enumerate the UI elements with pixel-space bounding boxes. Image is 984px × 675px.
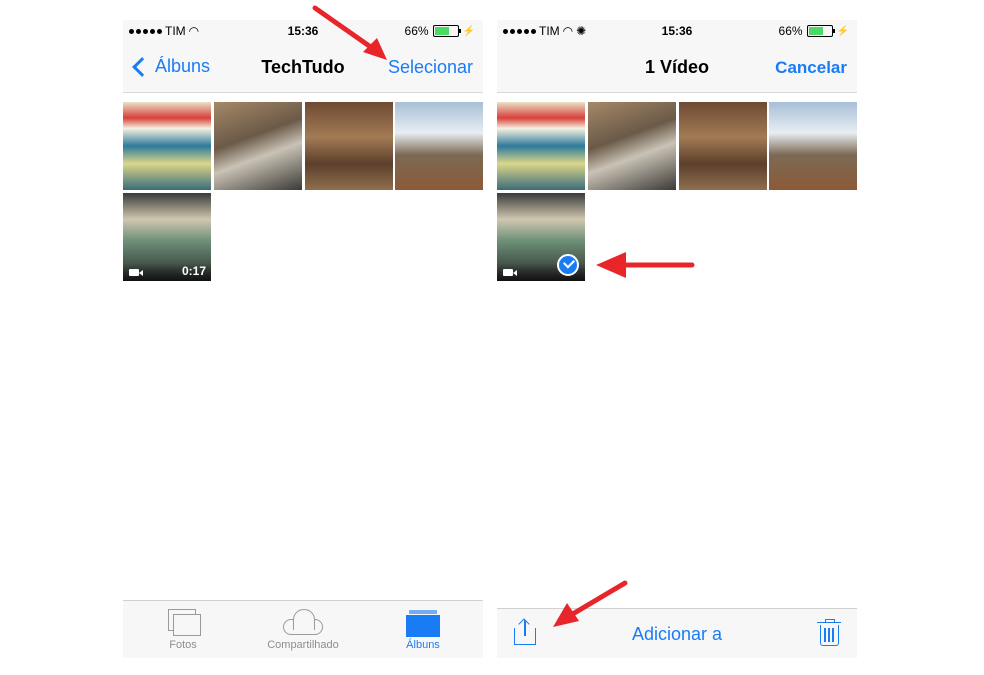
photo-thumbnail[interactable] [769, 102, 857, 190]
select-button[interactable]: Selecionar [388, 57, 473, 78]
photo-thumbnail[interactable] [679, 102, 767, 190]
navigation-bar: 1 Vídeo Cancelar [497, 42, 857, 93]
navigation-bar: Álbuns TechTudo Selecionar [123, 42, 483, 93]
delete-button[interactable] [817, 619, 841, 646]
battery-indicator: 66% ⚡ [405, 24, 475, 38]
photos-icon [166, 607, 201, 637]
video-thumbnail-selected[interactable] [497, 193, 585, 281]
cloud-icon [281, 607, 325, 637]
tab-fotos[interactable]: Fotos [133, 607, 233, 651]
charging-icon: ⚡ [462, 25, 475, 37]
tab-label: Álbuns [406, 639, 440, 651]
tab-label: Fotos [169, 639, 197, 651]
photo-thumbnail[interactable] [214, 102, 302, 190]
annotation-arrow-checkmark [596, 252, 695, 278]
video-camera-icon [129, 269, 143, 276]
tab-bar: Fotos Compartilhado Álbuns [123, 600, 483, 658]
battery-icon [806, 25, 835, 37]
video-thumbnail[interactable]: 0:17 [123, 193, 211, 281]
cancel-button[interactable]: Cancelar [775, 58, 847, 78]
tab-albuns[interactable]: Álbuns [373, 607, 473, 651]
phone-screen-selection: TIM ◠ ✺ 15:36 66% ⚡ 1 Vídeo Cancelar Adi… [497, 20, 857, 658]
photo-thumbnail[interactable] [123, 102, 211, 190]
photo-thumbnail[interactable] [305, 102, 393, 190]
photo-thumbnail[interactable] [497, 102, 585, 190]
albums-icon [406, 607, 440, 637]
battery-icon [432, 25, 461, 37]
annotation-arrow-select [312, 5, 387, 60]
video-camera-icon [503, 269, 517, 276]
status-bar: TIM ◠ 15:36 66% ⚡ [123, 20, 483, 42]
charging-icon: ⚡ [836, 25, 849, 37]
video-duration: 0:17 [181, 264, 206, 278]
battery-percent: 66% [404, 24, 429, 38]
annotation-arrow-share [553, 580, 628, 627]
battery-indicator: 66% ⚡ [779, 24, 849, 38]
phone-screen-album: TIM ◠ 15:36 66% ⚡ Álbuns TechTudo Seleci… [123, 20, 483, 658]
checkmark-icon [557, 254, 579, 276]
battery-percent: 66% [778, 24, 803, 38]
tab-compartilhado[interactable]: Compartilhado [253, 607, 353, 651]
tab-label: Compartilhado [267, 639, 339, 651]
photo-thumbnail[interactable] [395, 102, 483, 190]
status-bar: TIM ◠ ✺ 15:36 66% ⚡ [497, 20, 857, 42]
photo-thumbnail[interactable] [588, 102, 676, 190]
